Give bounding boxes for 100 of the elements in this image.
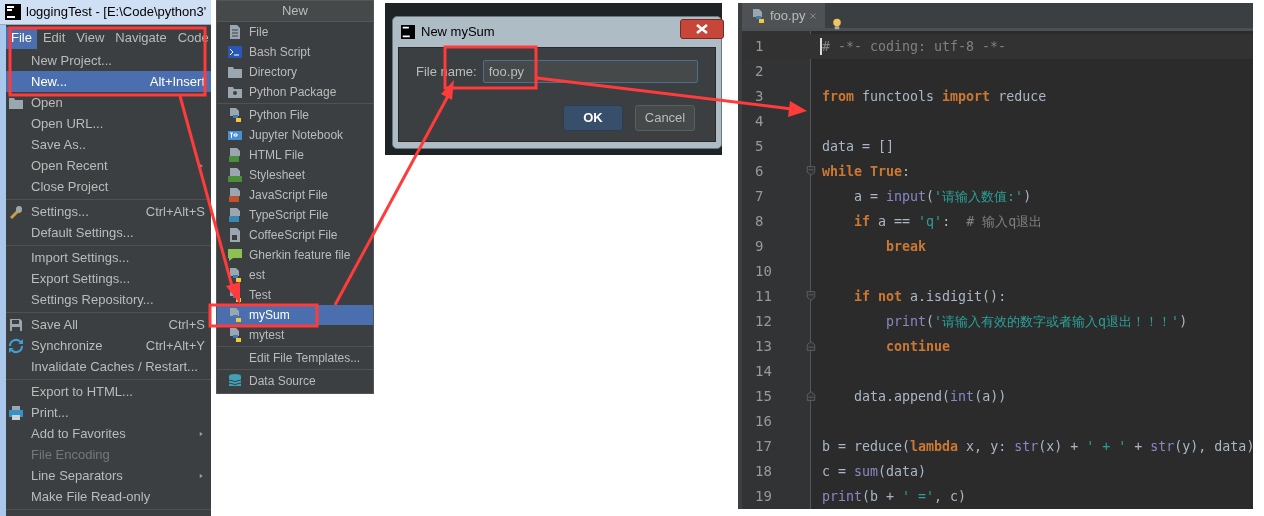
menu-item[interactable]: Stylesheet [217,165,373,185]
menu-item[interactable]: New... Alt+Insert [6,71,211,92]
menu-item[interactable]: Make File Read-only [6,486,211,507]
menu-item[interactable]: Python Package [217,82,373,102]
line-number: 3 [754,87,765,106]
menu-item[interactable]: Python File [217,105,373,125]
menu-item[interactable]: Edit [37,26,71,49]
menu-item[interactable]: mySum [217,305,373,325]
menu-item[interactable]: Print... [6,402,211,423]
menu-item[interactable]: Navigate [110,26,172,49]
line-number: 7 [754,187,765,206]
menu-item[interactable]: JavaScript File [217,185,373,205]
menu-item[interactable]: Bash Script [217,42,373,62]
menu-item[interactable]: Directory [217,62,373,82]
menu-item[interactable]: mytest [217,325,373,345]
printer-icon [8,404,24,421]
lightbulb-icon [831,16,844,32]
python-file-icon [227,267,243,283]
submenu-arrow-icon [199,471,205,480]
editor-tab[interactable]: foo.py [742,3,826,28]
menu-item[interactable]: CoffeeScript File [217,225,373,245]
cup-file-icon [227,227,243,243]
speech-bubble-icon [227,247,243,263]
line-number: 18 [754,462,773,481]
menu-item[interactable]: Settings Repository... [6,289,211,310]
menu-item[interactable]: Close Project [6,176,211,197]
python-file-icon [227,307,243,323]
menu-item[interactable]: Import Settings... [6,247,211,268]
code-line: c = sum(data) [822,462,927,481]
close-button[interactable] [680,19,724,39]
menu-item[interactable]: Open [6,92,211,113]
menu-item[interactable]: Gherkin feature file [217,245,373,265]
code-line: data.append(int(a)) [853,387,1007,406]
menu-item[interactable]: New Project... [6,50,211,71]
line-number: 12 [754,312,773,331]
line-number: 5 [754,137,765,156]
menu-item[interactable]: TypeScript File [217,205,373,225]
menu-item[interactable]: Invalidate Caches / Restart... [6,356,211,377]
folder-icon [227,64,243,80]
text-cursor [820,38,822,55]
close-icon [809,11,818,20]
code-line: print(b + ' =', c) [822,487,967,506]
menu-item[interactable]: Default Settings... [6,222,211,243]
code-line: break [885,237,927,256]
line-number: 8 [754,212,765,231]
close-icon [696,24,708,34]
code-line: # -*- coding: utf-8 -*- [822,37,1007,56]
dialog-title: New mySum [421,23,495,42]
menu-item[interactable]: Line Separators [6,465,211,486]
line-number: 10 [754,262,773,281]
app-icon [5,4,21,20]
file-icon [227,24,243,40]
line-number: 1 [754,37,765,56]
line-number: 4 [754,112,765,131]
python-file-icon [227,107,243,123]
code-line: data = [] [822,137,895,156]
package-folder-icon [227,84,243,100]
line-number: 19 [754,487,773,506]
window-title: loggingTest - [E:\Code\python3' [26,3,207,22]
submenu-arrow-icon [199,429,205,438]
menu-item[interactable]: View [71,26,110,49]
code-line: while True: [822,162,911,181]
menu-item[interactable]: Edit File Templates... [217,348,373,368]
menu-item[interactable]: Add to Favorites [6,423,211,444]
python-file-icon [750,7,766,24]
line-number: 9 [754,237,765,256]
code-line: print('请输入有效的数字或者输入q退出！！！') [885,312,1188,331]
dialog-button[interactable]: OK [563,105,623,131]
line-number: 17 [754,437,773,456]
file-name-field[interactable]: foo.py [482,60,698,83]
python-file-icon [227,327,243,343]
stylesheet-file-icon [227,167,243,183]
menu-title: New [217,1,373,22]
app-icon [401,25,415,39]
line-number: 6 [754,162,765,181]
menu-item[interactable]: File [217,22,373,42]
line-number: 15 [754,387,773,406]
line-number: 2 [754,62,765,81]
menu-item[interactable]: Open Recent [6,155,211,176]
menu-item[interactable]: Save As.. [6,134,211,155]
dialog-button[interactable]: Cancel [635,105,695,131]
code-line: from functools import reduce [822,87,1047,106]
code-line: if a == 'q': # 输入q退出 [853,212,1043,231]
code-line: continue [885,337,951,356]
database-icon [227,373,243,389]
menu-item[interactable]: Jupyter Notebook [217,125,373,145]
line-number: 11 [754,287,773,306]
menu-item[interactable]: Export to HTML... [6,381,211,402]
menu-item[interactable]: Export Settings... [6,268,211,289]
submenu-arrow-icon [199,161,205,170]
menu-item[interactable]: Save All Ctrl+S [6,314,211,335]
menu-item[interactable]: Open URL... [6,113,211,134]
menu-item[interactable]: est [217,265,373,285]
menu-item[interactable]: HTML File [217,145,373,165]
terminal-icon [227,44,243,60]
line-number: 16 [754,412,773,431]
menu-item[interactable]: Synchronize Ctrl+Alt+Y [6,335,211,356]
code-line: a = input('请输入数值:') [853,187,1032,206]
menu-item[interactable]: Settings... Ctrl+Alt+S [6,201,211,222]
menu-item[interactable]: Data Source [217,371,373,391]
